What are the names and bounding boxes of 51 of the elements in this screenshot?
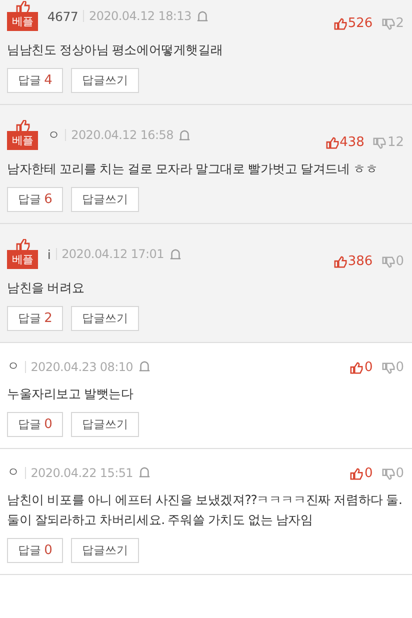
like-button[interactable]: 386 [334, 254, 373, 269]
replies-button[interactable]: 답글 0 [7, 538, 63, 563]
comment-text: 남친을 버려요 [7, 279, 86, 297]
like-button[interactable]: 526 [334, 16, 373, 31]
comment-text: 님남친도 정상아님 평소에어떻게햇길래 [7, 41, 224, 59]
comment-text: 누울자리보고 발뻣는다 [7, 385, 134, 403]
best-badge: 베플 [7, 12, 38, 31]
replies-button[interactable]: 답글 2 [7, 306, 63, 331]
like-button[interactable]: 0 [350, 360, 373, 375]
thumb-up-icon [350, 362, 364, 374]
write-reply-button[interactable]: 답글쓰기 [70, 412, 139, 437]
thumb-up-icon [350, 468, 364, 480]
bell-icon[interactable] [168, 248, 182, 260]
author-name: ㅇ [7, 358, 20, 375]
write-reply-button[interactable]: 답글쓰기 [70, 306, 139, 331]
thumb-down-icon [382, 362, 395, 374]
write-reply-button[interactable]: 답글쓰기 [70, 538, 139, 563]
thumb-down-icon [373, 136, 386, 148]
thumb-up-icon [334, 18, 347, 30]
thumb-up-icon [16, 239, 30, 251]
author-name: i [47, 246, 51, 262]
bell-icon[interactable] [138, 360, 152, 373]
thumb-up-icon [326, 136, 339, 148]
author-name: 4677 [47, 8, 78, 24]
like-button[interactable]: 0 [350, 466, 373, 481]
comment-date: 2020.04.12 18:13 [89, 9, 192, 23]
comment-text: 남친이 비포를 아니 에프터 사진을 보냈겠져??ㅋㅋㅋㅋ진짜 저렴하다 둘. 둘이 잘되라하고 차버리세요. 주워쓸 가치도 없는 남자임 [7, 491, 403, 529]
thumb-down-icon [382, 468, 395, 480]
replies-button[interactable]: 답글 4 [7, 68, 63, 93]
comment-date: 2020.04.23 08:10 [30, 360, 134, 374]
comment-date: 2020.04.12 17:01 [62, 247, 164, 261]
thumb-up-icon [16, 1, 30, 13]
write-reply-button[interactable]: 답글쓰기 [70, 68, 139, 93]
thumb-down-icon [382, 18, 395, 30]
author-name: ㅇ [47, 126, 60, 144]
thumb-up-icon [16, 120, 30, 132]
comment-date: 2020.04.12 16:58 [71, 128, 174, 142]
replies-button[interactable]: 답글 6 [7, 187, 63, 212]
bell-icon[interactable] [196, 10, 210, 22]
bell-icon[interactable] [138, 466, 152, 479]
like-button[interactable]: 438 [326, 135, 364, 150]
comment-date: 2020.04.22 15:51 [30, 466, 134, 480]
best-badge: 베플 [7, 131, 38, 150]
thumb-down-icon [382, 256, 395, 268]
author-name: ㅇ [7, 464, 20, 481]
best-badge: 베플 [7, 250, 38, 269]
comment-text: 남자한테 꼬리를 치는 걸로 모자라 말그대로 빨가벗고 달겨드네 ㅎㅎ [7, 160, 379, 178]
bell-icon[interactable] [178, 128, 192, 142]
write-reply-button[interactable]: 답글쓰기 [70, 187, 139, 212]
replies-button[interactable]: 답글 0 [7, 412, 63, 437]
thumb-up-icon [334, 256, 347, 268]
